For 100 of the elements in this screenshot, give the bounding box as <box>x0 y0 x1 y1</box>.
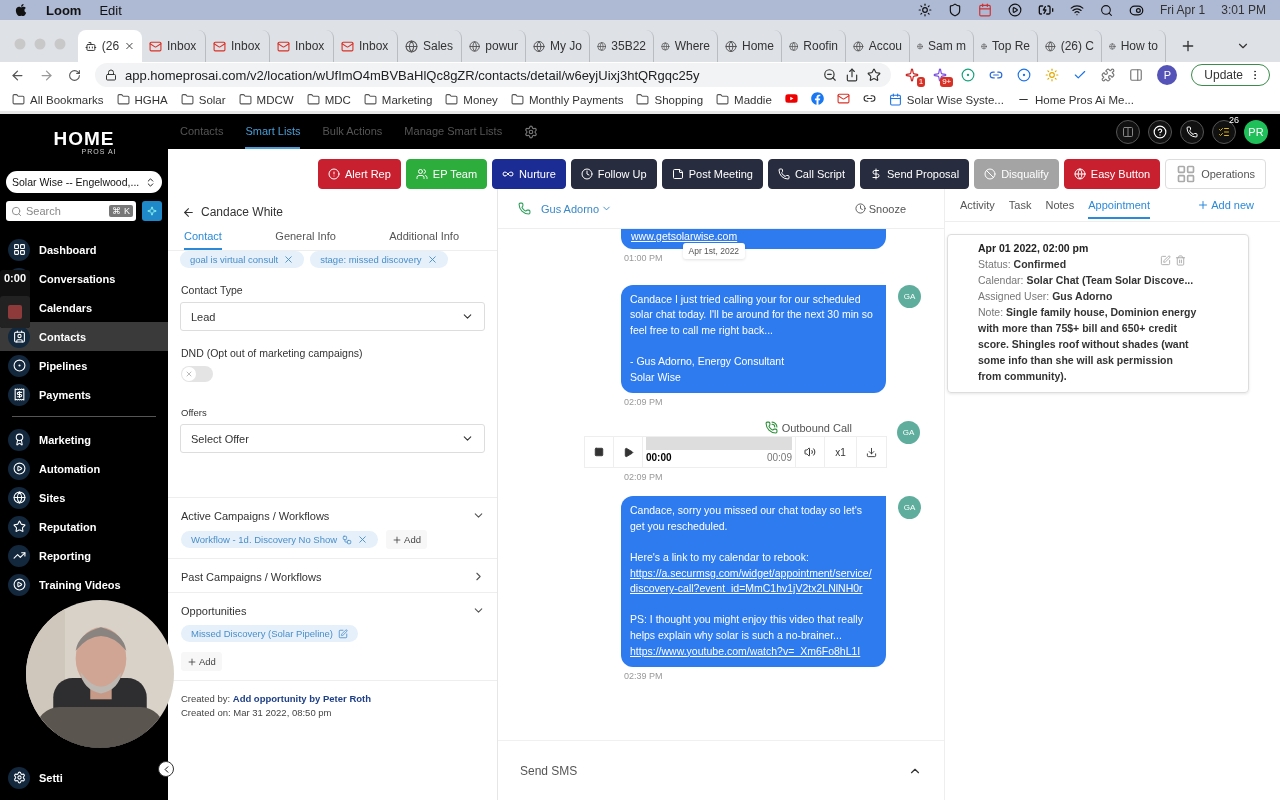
add-button[interactable]: Add <box>386 530 427 549</box>
nav-item[interactable]: Training Videos <box>0 570 168 599</box>
nav-item[interactable]: Sites <box>0 483 168 512</box>
add-button[interactable]: Add <box>181 652 222 671</box>
bookmark-folder[interactable]: MDC <box>306 93 351 106</box>
facebook-icon[interactable] <box>810 92 824 105</box>
section-title[interactable]: Past Campaigns / Workflows <box>181 570 322 583</box>
action-button[interactable]: Call Script <box>767 159 855 189</box>
section-title[interactable]: Active Campaigns / Workflows <box>181 509 330 522</box>
bookmark-folder[interactable]: MDCW <box>238 93 294 106</box>
nav-item[interactable]: Pipelines <box>0 351 168 380</box>
message-link[interactable]: https://www.youtube.com/watch?v=_Xm6Fo8hL1I <box>630 643 877 660</box>
nav-item[interactable]: Setti <box>0 763 150 792</box>
folder-icon <box>363 93 377 106</box>
remove-icon[interactable] <box>357 534 369 545</box>
phone-icon <box>1186 125 1198 138</box>
phone-button[interactable] <box>1180 119 1204 144</box>
medal-icon <box>8 428 30 451</box>
nav-item[interactable]: Marketing <box>0 425 168 454</box>
bookmark-folder[interactable]: Marketing <box>363 93 433 106</box>
nav-item[interactable]: Dashboard <box>0 235 168 264</box>
search-field[interactable]: Search ⌘ K <box>6 201 136 221</box>
action-button[interactable]: Operations <box>1165 159 1266 189</box>
message-link[interactable]: https://a.securmsg.com/widget/appointment/service/discovery-call?event_id=MmC1hv1jV2tx2LNlNH0r <box>630 565 877 597</box>
bookmark[interactable]: Solar Wise Syste... <box>888 93 1004 106</box>
action-button[interactable]: Nurture <box>492 159 566 189</box>
recording-timer: 0:00 <box>3 271 28 286</box>
sparkle-icon[interactable] <box>905 68 920 82</box>
remove-icon[interactable] <box>426 254 438 265</box>
folder-icon <box>116 93 130 106</box>
bookmark[interactable]: Home Pros Ai Me... <box>1016 93 1134 106</box>
speed-button[interactable]: x1 <box>825 437 857 468</box>
plus-icon <box>1197 199 1210 211</box>
video-play-icon[interactable] <box>784 92 798 105</box>
record-button[interactable] <box>0 296 30 328</box>
help-button[interactable] <box>1148 119 1172 144</box>
bookmark-folder[interactable]: Monthly Payments <box>510 93 624 106</box>
profile-avatar[interactable]: P <box>1157 65 1178 85</box>
detail-tab[interactable]: Notes <box>1045 191 1075 219</box>
contact-tab[interactable]: General Info <box>275 227 336 250</box>
action-button[interactable]: Easy Button <box>1063 159 1161 189</box>
nav-item[interactable]: Contacts <box>0 322 168 351</box>
bookmark-folder[interactable]: Solar <box>180 93 226 106</box>
detail-tab[interactable]: Activity <box>960 191 995 219</box>
link-icon[interactable] <box>862 92 876 105</box>
browser-tab[interactable]: (26 <box>78 30 142 62</box>
section-title[interactable]: Opportunities <box>181 604 247 617</box>
send-sms-tab[interactable]: Send SMS <box>520 763 578 778</box>
menu-item[interactable]: Edit <box>99 2 122 18</box>
contact-type-select[interactable]: Lead <box>180 302 485 331</box>
created-by-link[interactable]: Add opportunity by Peter Roth <box>232 693 372 704</box>
add-new-link[interactable]: Add new <box>1197 199 1254 211</box>
message-link[interactable]: www.getsolarwise.com <box>631 229 876 245</box>
address-bar[interactable]: app.homeprosai.com/v2/location/wUfImO4mBVBaHlQc8gZR/contacts/detail/w6eyjUixj3htQRgqc25y <box>95 63 892 87</box>
nav-item[interactable]: Reporting <box>0 541 168 570</box>
people-icon <box>415 168 428 180</box>
location-select[interactable]: Solar Wise -- Engelwood,... <box>6 171 162 193</box>
bookmark-folder[interactable]: Maddie <box>716 93 772 106</box>
globe-icon <box>597 39 607 53</box>
menu-time: 3:01 PM <box>1221 3 1266 17</box>
app-menu[interactable]: Loom <box>46 2 82 18</box>
bookmark-folder[interactable]: All Bookmarks <box>12 93 104 106</box>
up-down-icon <box>145 176 156 188</box>
agent-select[interactable]: Gus Adorno <box>541 202 613 215</box>
quick-action-button[interactable] <box>142 201 162 221</box>
mail-icon <box>149 39 162 53</box>
message-text: Candace I just tried calling your for our scheduled solar chat today. I'll be around for the next 30 min so feel free to call me right back... <box>630 291 874 338</box>
plus-icon <box>187 656 197 667</box>
message-text: - Gus Adorno, Energy Consultant Solar Wise <box>630 353 786 385</box>
action-button[interactable]: Alert Rep <box>318 159 401 189</box>
action-button[interactable]: Send Proposal <box>860 159 970 189</box>
contact-tab[interactable]: Additional Info <box>389 227 459 250</box>
progress-track[interactable] <box>646 437 792 451</box>
mail-icon[interactable] <box>836 92 850 105</box>
action-button[interactable]: Follow Up <box>570 159 657 189</box>
action-button[interactable]: Post Meeting <box>661 159 763 189</box>
bookmark-folder[interactable]: Shopping <box>636 93 704 106</box>
detail-tab[interactable]: Appointment <box>1088 191 1150 219</box>
grid-icon <box>8 238 30 261</box>
message-time: 02:09 PM <box>624 397 663 408</box>
elapsed-time: 00:00 <box>646 452 672 464</box>
globe-icon <box>725 39 737 53</box>
back-icon[interactable] <box>182 205 195 219</box>
message-time: 02:39 PM <box>624 671 663 682</box>
bookmark-folder[interactable]: HGHA <box>116 93 168 106</box>
remove-icon[interactable] <box>283 254 295 265</box>
nav-item[interactable]: Reputation <box>0 512 168 541</box>
nav-item[interactable]: Payments <box>0 380 168 409</box>
nav-item[interactable]: Automation <box>0 454 168 483</box>
detail-tab[interactable]: Task <box>1008 191 1032 219</box>
new-tab-icon <box>1180 38 1196 54</box>
snooze-button[interactable]: Snooze <box>854 202 906 215</box>
folder-icon <box>180 93 194 106</box>
appointment-time: Apr 01 2022, 02:00 pm <box>978 241 1090 256</box>
bookmark-folder[interactable]: Money <box>445 93 498 106</box>
layout-button[interactable] <box>1116 119 1140 144</box>
folder-icon <box>12 93 25 106</box>
update-button[interactable]: Update <box>1191 64 1270 86</box>
dnd-toggle[interactable] <box>181 366 213 382</box>
offer-select[interactable]: Select Offer <box>180 424 485 453</box>
